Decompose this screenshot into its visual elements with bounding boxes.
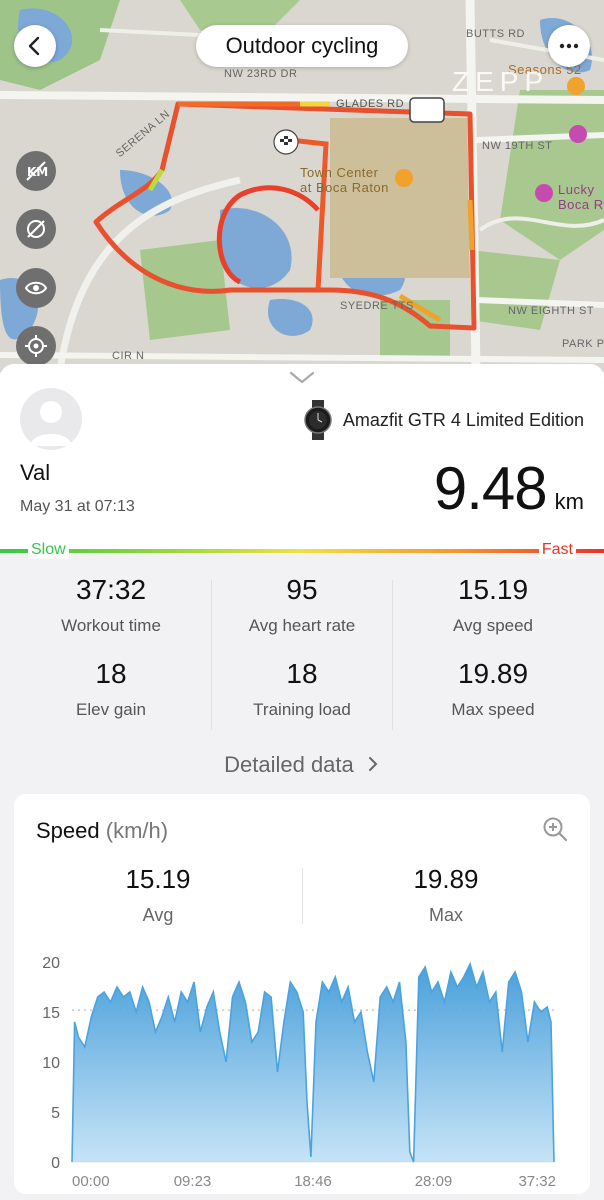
map-label: GLADES RD — [336, 98, 405, 110]
hide-pace-icon — [27, 220, 45, 238]
max-speed-label: Max — [428, 905, 463, 925]
chevron-right-icon — [368, 757, 378, 771]
x-tick-label: 28:09 — [415, 1173, 453, 1190]
stat-value: 19.89 — [457, 658, 529, 689]
workout-datetime: May 31 at 07:13 — [20, 498, 135, 515]
map-label: NW 23RD DR — [224, 68, 298, 80]
distance-display: 9.48 km — [434, 454, 584, 523]
speed-card-title: Speed (km/h) — [36, 818, 168, 844]
stat-label: Avg speed — [452, 616, 534, 635]
speed-card: Speed (km/h) 15.19 Avg 19.89 Max 20 15 1… — [14, 794, 590, 1194]
more-dots-icon — [559, 43, 579, 49]
stat-avg-speed: 15.19 Avg speed — [398, 574, 588, 636]
speed-chart[interactable]: 20 15 10 5 0 00:00 09:23 18:46 28:09 37:32 — [14, 944, 590, 1194]
workout-summary-sheet: Amazfit GTR 4 Limited Edition Val May 31… — [0, 364, 604, 1200]
page-title: Outdoor cycling — [196, 25, 408, 67]
detailed-data-label: Detailed data — [224, 752, 354, 777]
collapse-chevron-icon[interactable] — [288, 368, 316, 386]
device-info[interactable]: Amazfit GTR 4 Limited Edition — [303, 400, 584, 440]
map-label: CIR N — [112, 350, 145, 362]
back-button[interactable] — [14, 25, 56, 67]
stat-avg-heart-rate: 95 Avg heart rate — [207, 574, 397, 636]
default-avatar-icon — [30, 401, 72, 446]
stat-max-speed: 19.89 Max speed — [398, 658, 588, 720]
stat-label: Workout time — [61, 616, 161, 635]
hide-distance-icon: KM — [26, 161, 48, 181]
y-tick-label: 0 — [51, 1155, 60, 1172]
speed-max-summary: 19.89 Max — [302, 864, 590, 926]
toggle-distance-markers-button[interactable]: KM — [16, 151, 56, 191]
stat-elev-gain: 18 Elev gain — [16, 658, 206, 720]
locate-icon — [25, 335, 47, 357]
x-tick-label: 37:32 — [518, 1173, 556, 1190]
map-poi-label: at Boca Raton — [300, 180, 389, 195]
stat-value: 95 — [286, 574, 318, 605]
stat-value: 37:32 — [75, 574, 147, 605]
fast-label: Fast — [538, 541, 576, 559]
slow-label: Slow — [28, 541, 69, 559]
stat-value: 18 — [286, 658, 318, 689]
stat-label: Max speed — [451, 700, 535, 719]
stats-grid: 37:32 Workout time 95 Avg heart rate 15.… — [0, 562, 604, 742]
y-tick-label: 10 — [42, 1055, 60, 1072]
x-tick-label: 00:00 — [72, 1173, 110, 1190]
distance-value: 9.48 — [433, 455, 548, 522]
x-tick-label: 09:23 — [174, 1173, 212, 1190]
zepp-watermark: ZEPP — [452, 66, 550, 97]
avg-speed-value: 15.19 — [125, 864, 191, 894]
speed-legend: Slow Fast — [0, 540, 604, 562]
toggle-pace-button[interactable] — [16, 209, 56, 249]
eye-icon — [24, 281, 48, 295]
stat-workout-time: 37:32 Workout time — [16, 574, 206, 636]
map-label: NW EIGHTH ST — [508, 305, 595, 317]
map-label: SYEDRE TTS — [340, 300, 414, 312]
stat-label: Training load — [253, 700, 351, 719]
device-name: Amazfit GTR 4 Limited Edition — [342, 409, 584, 430]
map-poi-label: Boca R — [558, 197, 604, 212]
workout-header: Amazfit GTR 4 Limited Edition Val May 31… — [0, 364, 604, 550]
locate-button[interactable] — [16, 326, 56, 366]
distance-unit: km — [554, 489, 584, 514]
chevron-left-icon — [28, 36, 40, 56]
map-label: BUTTS RD — [466, 28, 525, 40]
speed-avg-summary: 15.19 Avg — [14, 864, 302, 926]
toggle-visibility-button[interactable] — [16, 268, 56, 308]
user-name: Val — [20, 460, 51, 485]
more-button[interactable] — [548, 25, 590, 67]
speed-gradient-bar — [0, 549, 604, 553]
stat-value: 15.19 — [457, 574, 529, 605]
map-label: NW 19TH ST — [482, 140, 553, 152]
zoom-in-icon[interactable] — [542, 816, 568, 842]
speed-unit: (km/h) — [105, 818, 169, 843]
map-poi-label: Lucky — [558, 182, 595, 197]
avatar[interactable] — [20, 388, 82, 450]
detailed-data-link[interactable]: Detailed data — [0, 752, 604, 778]
speed-title: Speed — [36, 818, 100, 843]
y-tick-label: 15 — [42, 1005, 60, 1022]
stat-training-load: 18 Training load — [207, 658, 397, 720]
map-poi-label: Town Center — [300, 165, 379, 180]
stat-label: Avg heart rate — [248, 616, 356, 635]
map-label: PARK PL — [562, 338, 604, 350]
speed-area — [72, 964, 554, 1162]
y-tick-label: 20 — [42, 955, 60, 972]
max-speed-value: 19.89 — [413, 864, 479, 894]
stat-label: Elev gain — [76, 700, 146, 719]
route-map[interactable]: BUTTS RD NW 23RD DR GLADES RD NW 19TH ST… — [0, 0, 604, 372]
x-tick-label: 18:46 — [294, 1173, 332, 1190]
y-tick-label: 5 — [51, 1105, 60, 1122]
avg-speed-label: Avg — [142, 905, 174, 925]
watch-icon — [304, 400, 332, 440]
stat-value: 18 — [95, 658, 127, 689]
